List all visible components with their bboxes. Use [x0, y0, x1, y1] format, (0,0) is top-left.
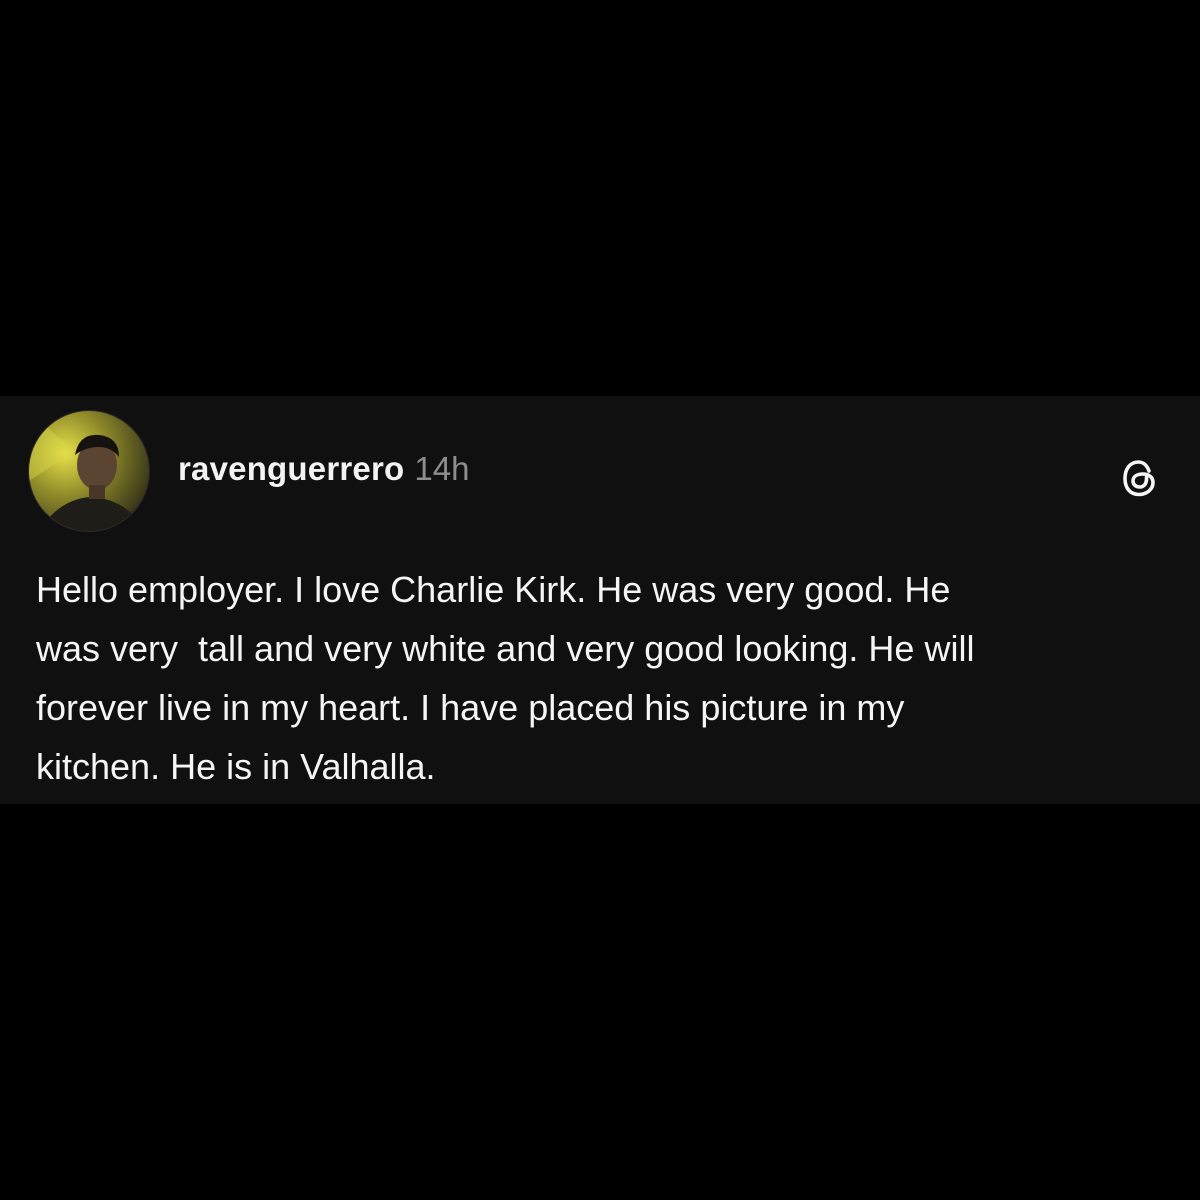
post-body-text: Hello employer. I love Charlie Kirk. He … — [36, 569, 975, 787]
avatar[interactable] — [28, 410, 150, 532]
timestamp: 14h — [414, 450, 470, 487]
post-meta: ravenguerrero 14h — [178, 450, 469, 490]
profile-photo — [29, 411, 149, 531]
threads-post-card: ravenguerrero 14h Hello employer. I love… — [0, 396, 1200, 804]
threads-logo-icon — [1116, 454, 1164, 502]
username[interactable]: ravenguerrero — [178, 450, 404, 488]
